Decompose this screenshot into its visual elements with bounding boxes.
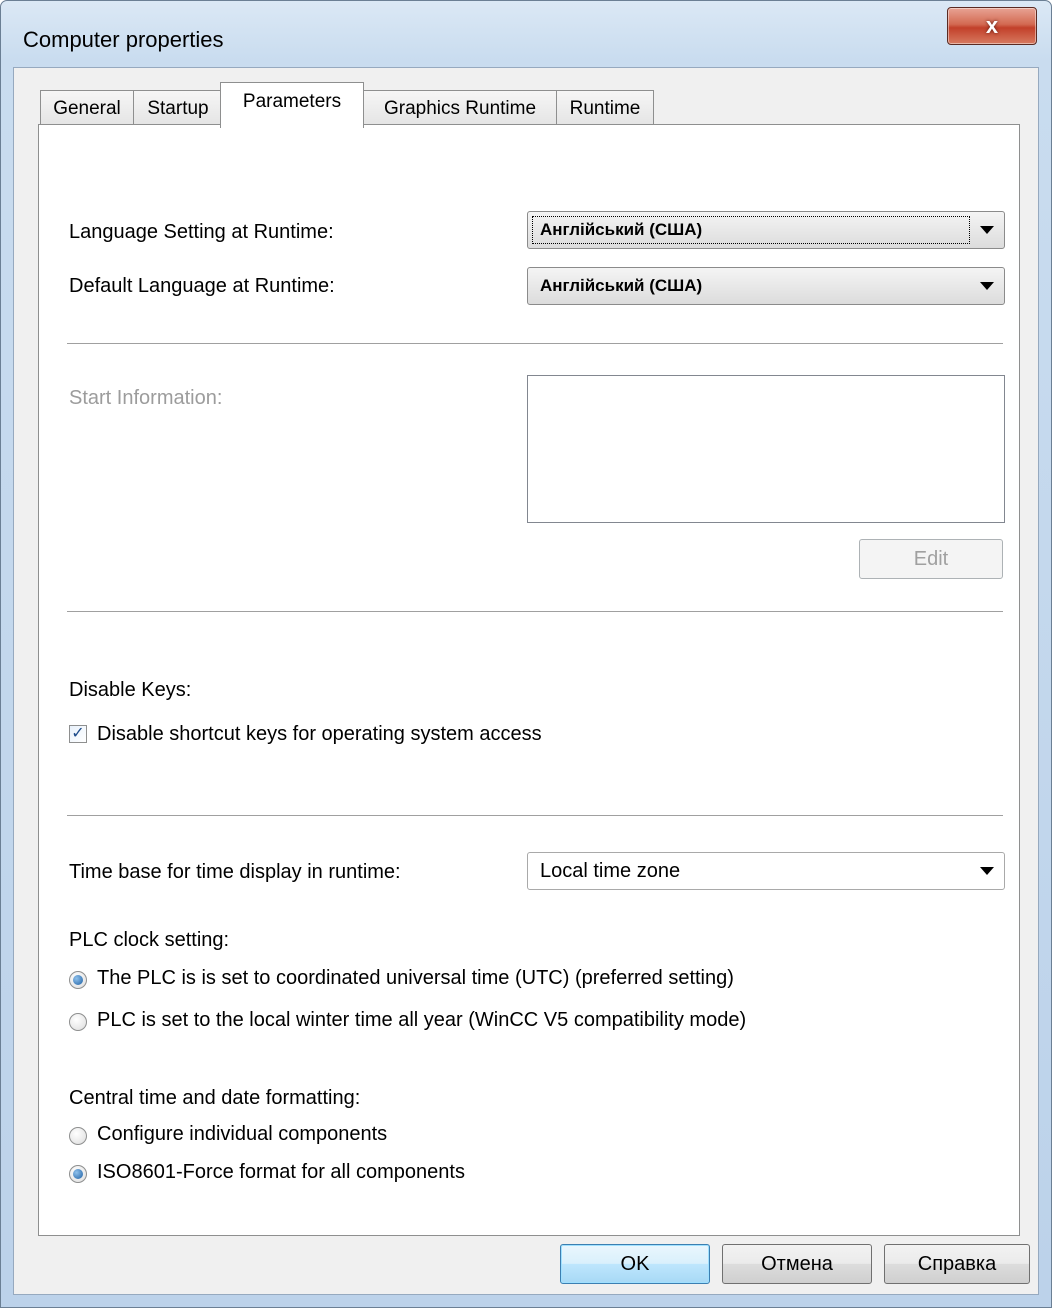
separator [67, 343, 1003, 344]
plc-clock-label: PLC clock setting: [69, 929, 230, 951]
tab-graphics-runtime-label: Graphics Runtime [383, 97, 537, 119]
disable-shortcut-keys-checkbox[interactable]: ✓ [69, 725, 87, 743]
plc-winter-time-label: PLC is set to the local winter time all … [97, 1009, 747, 1031]
plc-utc-radio[interactable] [69, 971, 87, 989]
chevron-down-icon [980, 226, 994, 234]
close-icon: x [985, 13, 999, 38]
default-language-label: Default Language at Runtime: [69, 275, 335, 297]
tab-parameters[interactable]: Parameters [220, 82, 364, 128]
dialog-title: Computer properties [23, 27, 224, 52]
disable-shortcut-keys-label: Disable shortcut keys for operating syst… [97, 723, 542, 745]
parameters-panel: Language Setting at Runtime: Англійський… [38, 124, 1020, 1236]
help-button-label: Справка [917, 1252, 997, 1275]
help-button[interactable]: Справка [884, 1244, 1030, 1284]
iso8601-label: ISO8601-Force format for all components [97, 1161, 465, 1183]
separator [67, 815, 1003, 816]
checkmark-icon: ✓ [71, 725, 85, 742]
disable-keys-label: Disable Keys: [69, 679, 192, 701]
cancel-button-label: Отмена [761, 1252, 833, 1275]
title-bar[interactable]: Computer properties x [1, 1, 1051, 69]
separator [67, 611, 1003, 612]
time-base-select[interactable]: Local time zone [527, 852, 1005, 890]
chevron-down-icon [980, 867, 994, 875]
time-base-label: Time base for time display in runtime: [69, 861, 401, 883]
time-base-value: Local time zone [540, 860, 681, 882]
edit-button[interactable]: Edit [859, 539, 1003, 579]
configure-individual-radio[interactable] [69, 1127, 87, 1145]
language-runtime-label: Language Setting at Runtime: [69, 221, 334, 243]
configure-individual-label: Configure individual components [97, 1123, 388, 1145]
start-information-field[interactable] [527, 375, 1005, 523]
dialog-client-area: General Startup Parameters Graphics Runt… [13, 67, 1039, 1295]
plc-utc-label: The PLC is is set to coordinated univers… [97, 967, 734, 989]
chevron-down-icon [980, 282, 994, 290]
iso8601-radio[interactable] [69, 1165, 87, 1183]
ok-button[interactable]: OK [560, 1244, 710, 1284]
time-format-label: Central time and date formatting: [69, 1087, 361, 1109]
computer-properties-dialog: Computer properties x General Startup Pa… [0, 0, 1052, 1308]
default-language-select[interactable]: Англійський (США) [527, 267, 1005, 305]
default-language-value: Англійський (США) [540, 276, 703, 295]
tab-graphics-runtime[interactable]: Graphics Runtime [363, 90, 557, 126]
plc-winter-time-radio[interactable] [69, 1013, 87, 1031]
tab-general[interactable]: General [40, 90, 134, 126]
tab-runtime-label: Runtime [569, 97, 641, 119]
ok-button-label: OK [620, 1252, 650, 1275]
tab-startup-label: Startup [147, 97, 209, 119]
tab-parameters-label: Parameters [242, 91, 342, 112]
start-information-label: Start Information: [69, 387, 223, 409]
close-button[interactable]: x [947, 7, 1037, 45]
language-runtime-value: Англійський (США) [540, 220, 703, 239]
tab-runtime[interactable]: Runtime [556, 90, 654, 126]
tab-startup[interactable]: Startup [133, 90, 223, 126]
language-runtime-select[interactable]: Англійський (США) [527, 211, 1005, 249]
edit-button-label: Edit [913, 547, 949, 570]
tab-general-label: General [53, 97, 121, 119]
cancel-button[interactable]: Отмена [722, 1244, 872, 1284]
